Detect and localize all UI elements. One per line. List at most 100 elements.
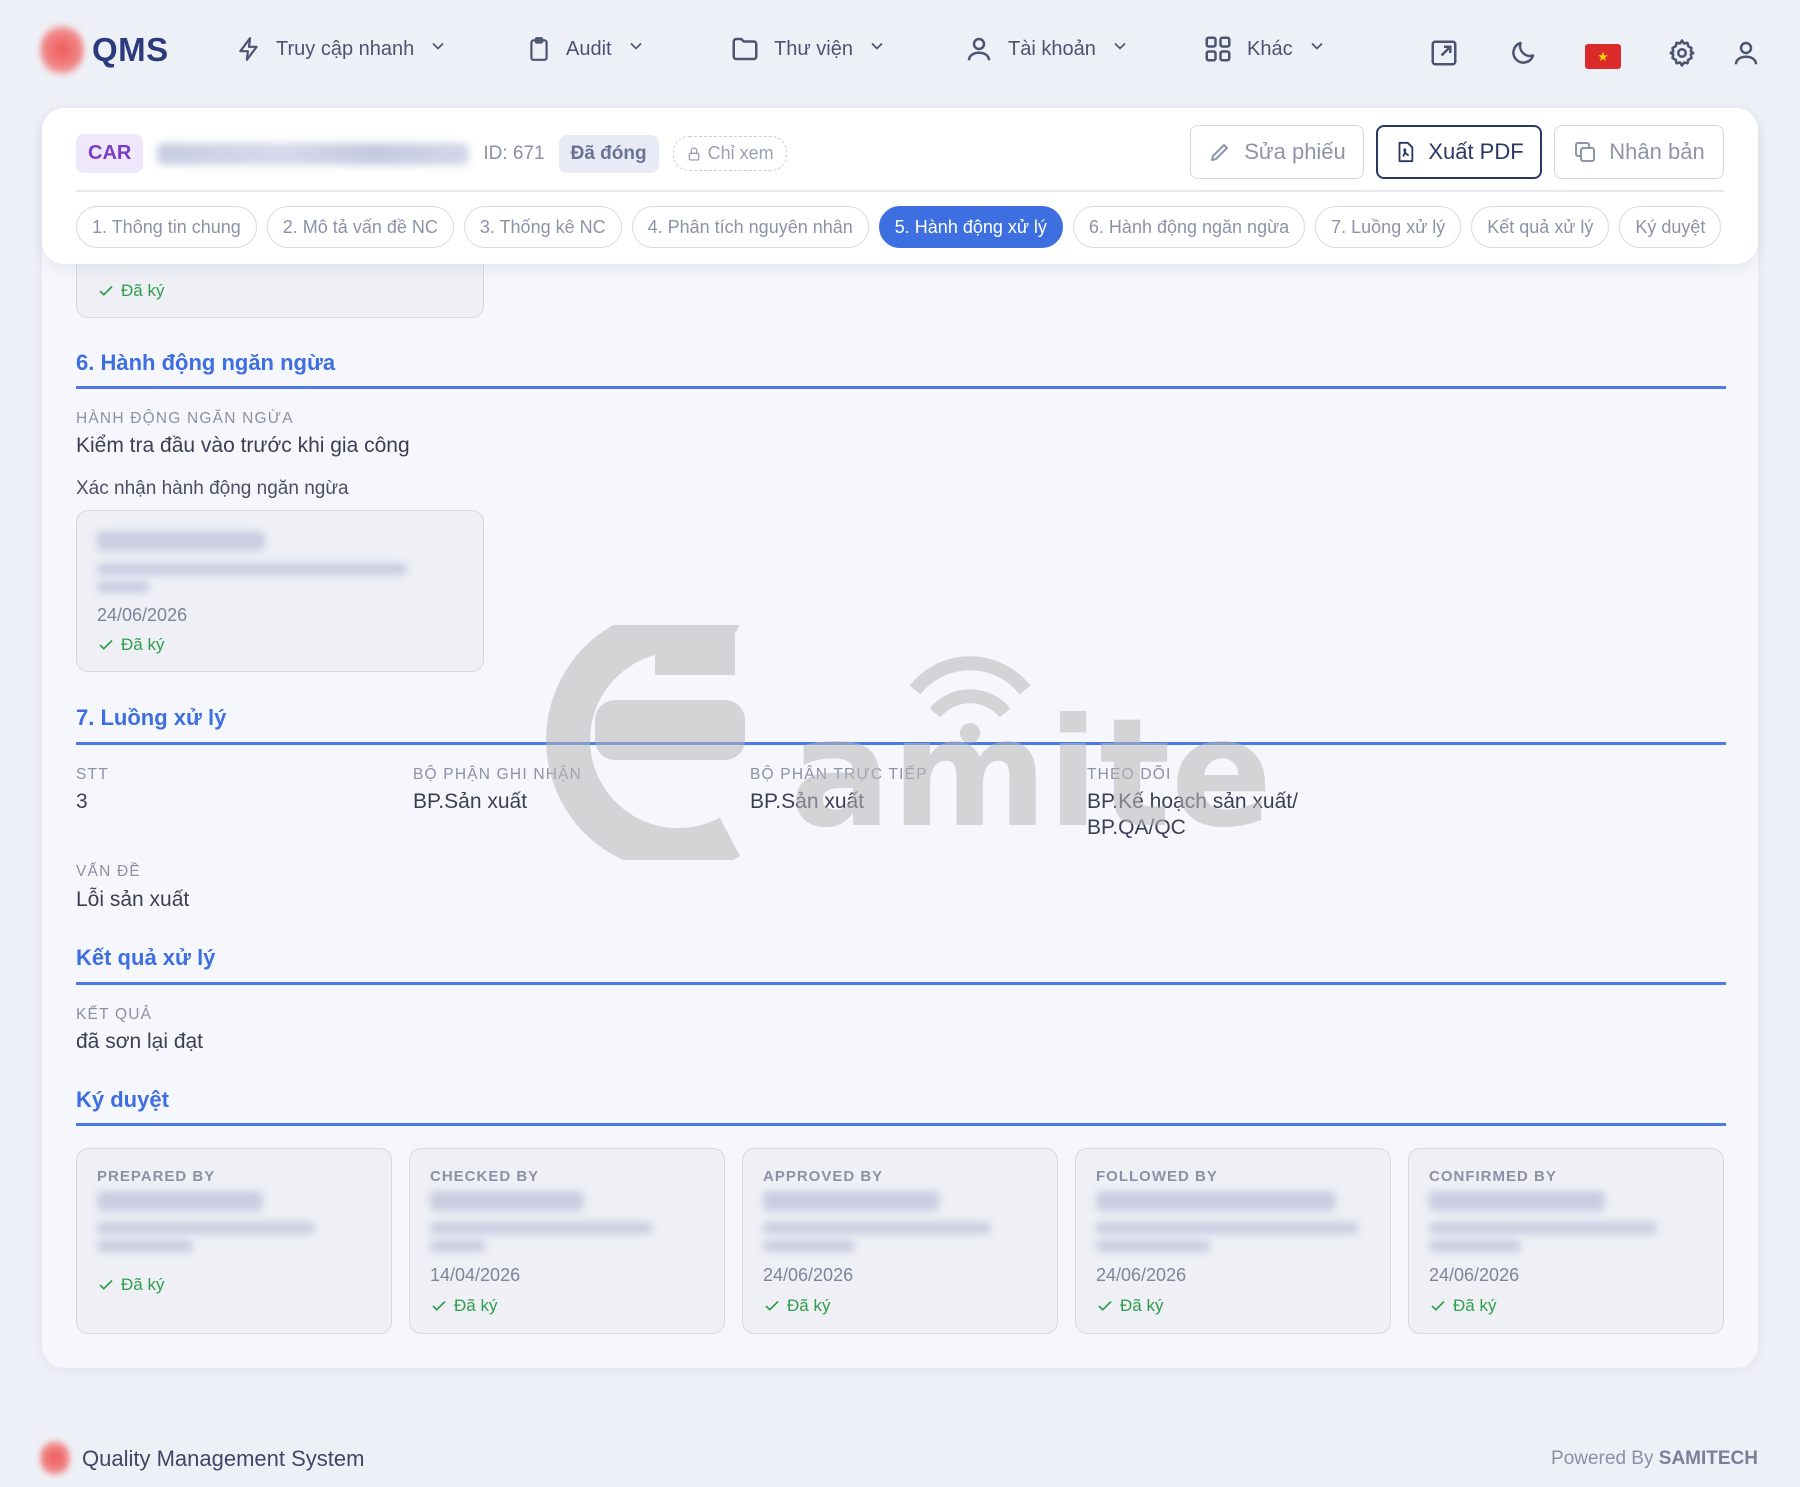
tab-nc-description[interactable]: 2. Mô tả vấn đề NC <box>266 206 454 248</box>
tab-process-flow[interactable]: 7. Luồng xử lý <box>1315 206 1462 248</box>
lock-icon <box>688 146 699 161</box>
view-only-label: Chỉ xem <box>707 143 774 163</box>
user-icon <box>967 37 991 61</box>
section-title-result: Kết quả xử lý <box>76 945 216 970</box>
export-pdf-button[interactable]: Xuất PDF <box>1376 125 1542 179</box>
gear-icon <box>1669 39 1695 67</box>
section-title-approval: Ký duyệt <box>76 1087 169 1112</box>
chevron-down-icon <box>1311 42 1323 50</box>
signed-status: Đã ký <box>97 635 164 655</box>
check-icon <box>99 639 113 650</box>
follow-label: THEO DÕI <box>1087 766 1172 783</box>
section-divider <box>76 982 1726 985</box>
nav-library[interactable]: Thư viện <box>730 34 887 64</box>
check-icon <box>1098 1300 1112 1311</box>
check-icon <box>1431 1300 1445 1311</box>
section-title-preventive: 6. Hành động ngăn ngừa <box>76 350 336 375</box>
clipboard-icon <box>530 37 548 61</box>
tab-general-info[interactable]: 1. Thông tin chung <box>76 206 257 248</box>
direct-dept-value: BP.Sản xuất <box>750 790 865 813</box>
signed-label: Đã ký <box>121 281 165 300</box>
signature-date: 24/06/2026 <box>763 1265 854 1285</box>
signer-name-redacted <box>97 1191 263 1211</box>
signer-title-redacted <box>97 1240 193 1252</box>
duplicate-button-label: Nhân bản <box>1609 139 1705 164</box>
signer-title-redacted <box>1096 1240 1210 1252</box>
signer-title-redacted <box>97 1222 315 1234</box>
powered-by: Powered By SAMITECH <box>1551 1448 1758 1470</box>
stt-label: STT <box>76 766 109 783</box>
duplicate-button[interactable]: Nhân bản <box>1554 125 1724 179</box>
signed-status: Đã ký <box>97 281 164 301</box>
signer-name-redacted <box>430 1191 584 1211</box>
signature-date: 14/04/2026 <box>430 1265 521 1285</box>
expand-button[interactable] <box>1427 36 1461 70</box>
recorder-dept-value: BP.Sản xuất <box>413 790 528 813</box>
edit-button-label: Sửa phiếu <box>1244 139 1346 164</box>
approval-card-prepared: PREPARED BY Đã ký <box>76 1148 392 1334</box>
settings-button[interactable] <box>1665 36 1699 70</box>
dark-mode-toggle[interactable] <box>1506 36 1540 70</box>
signed-status: Đã ký <box>1429 1296 1496 1316</box>
signature-date: 24/06/2026 <box>1096 1265 1187 1285</box>
powered-by-brand[interactable]: SAMITECH <box>1659 1448 1758 1469</box>
approval-card-approved: APPROVED BY 24/06/2026 Đã ký <box>742 1148 1058 1334</box>
brand-logo-icon <box>40 22 84 78</box>
signer-title-redacted <box>97 581 149 593</box>
signed-label: Đã ký <box>1120 1296 1164 1315</box>
footer-title: Quality Management System <box>82 1446 365 1471</box>
nav-account[interactable]: Tài khoản <box>964 34 1130 64</box>
chevron-down-icon <box>432 42 444 50</box>
follow-value-line1: BP.Kế hoạch sản xuất/ <box>1087 790 1298 813</box>
tab-corrective-action[interactable]: 5. Hành động xử lý <box>878 206 1063 248</box>
signed-status: Đã ký <box>763 1296 830 1316</box>
tab-result[interactable]: Kết quả xử lý <box>1471 206 1610 248</box>
signed-label: Đã ký <box>121 1275 165 1294</box>
check-icon <box>99 1279 113 1290</box>
section-divider <box>76 386 1726 389</box>
expand-icon <box>1431 40 1457 66</box>
signer-title-redacted <box>763 1222 991 1234</box>
approval-card-followed: FOLLOWED BY 24/06/2026 Đã ký <box>1075 1148 1391 1334</box>
header-divider <box>76 190 1724 192</box>
section-title-flow: 7. Luồng xử lý <box>76 705 227 730</box>
chevron-down-icon <box>871 42 883 50</box>
brand-name: QMS <box>92 31 169 68</box>
grid-icon <box>1205 36 1231 62</box>
profile-button[interactable] <box>1729 36 1763 70</box>
tab-preventive-action[interactable]: 6. Hành động ngăn ngừa <box>1072 206 1306 248</box>
nav-audit[interactable]: Audit <box>526 34 646 64</box>
brand[interactable]: QMS <box>40 22 169 78</box>
tab-nc-statistics[interactable]: 3. Thống kê NC <box>463 206 622 248</box>
copy-icon <box>1575 142 1596 162</box>
signed-label: Đã ký <box>1453 1296 1497 1315</box>
tab-approval[interactable]: Ký duyệt <box>1619 206 1722 248</box>
signer-name-redacted <box>763 1191 939 1211</box>
folder-icon <box>732 37 758 61</box>
preventive-action-label: HÀNH ĐỘNG NGĂN NGỪA <box>76 410 294 427</box>
signer-title-redacted <box>1429 1222 1657 1234</box>
signed-label: Đã ký <box>787 1296 831 1315</box>
approval-role: PREPARED BY <box>97 1168 216 1185</box>
approval-card-confirmed: CONFIRMED BY 24/06/2026 Đã ký <box>1408 1148 1724 1334</box>
edit-button[interactable]: Sửa phiếu <box>1190 125 1364 179</box>
signer-name-redacted <box>1096 1191 1336 1211</box>
nav-label: Truy cập nhanh <box>276 37 415 60</box>
signature-card: 24/06/2026 Đã ký <box>76 510 484 672</box>
tab-root-cause[interactable]: 4. Phân tích nguyên nhân <box>631 206 869 248</box>
signed-status: Đã ký <box>97 1275 164 1295</box>
vn-flag-icon[interactable]: ★ <box>1585 44 1621 69</box>
footer: Quality Management System Powered By SAM… <box>0 1430 1800 1487</box>
signed-status: Đã ký <box>430 1296 497 1316</box>
nav-quick-access[interactable]: Truy cập nhanh <box>236 34 448 64</box>
section-divider <box>76 1123 1726 1126</box>
approval-role: APPROVED BY <box>763 1168 884 1185</box>
signed-label: Đã ký <box>454 1296 498 1315</box>
section-divider <box>76 742 1726 745</box>
stt-value: 3 <box>76 790 88 813</box>
record-header: CAR ID: 671 Đã đóng Chỉ xem Sửa phiếu Xu… <box>42 108 1758 264</box>
signer-name-redacted <box>97 531 265 551</box>
nav-other[interactable]: Khác <box>1203 34 1327 64</box>
record-code-redacted <box>157 142 470 165</box>
preventive-action-value: Kiểm tra đầu vào trước khi gia công <box>76 434 410 457</box>
